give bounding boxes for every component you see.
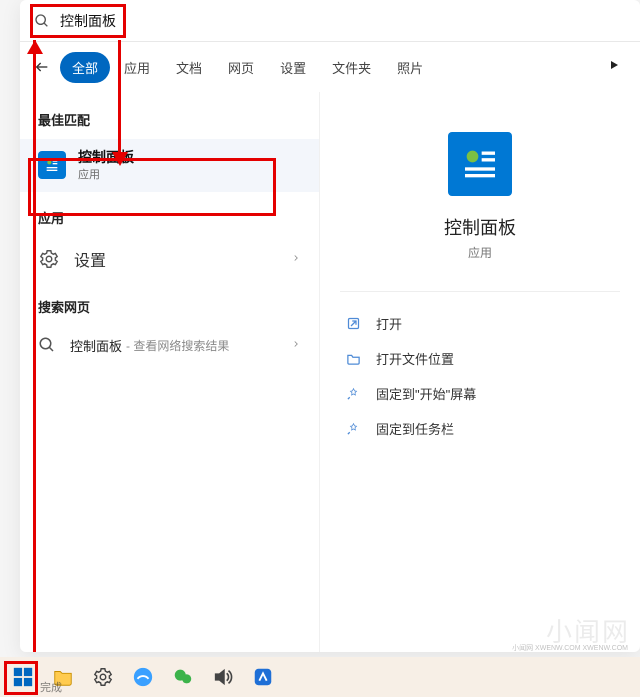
best-match-title: 控制面板 [78,149,134,166]
action-label: 打开文件位置 [376,349,454,368]
preview-title: 控制面板 [444,214,516,240]
search-input[interactable] [60,13,626,29]
chevron-right-icon [291,250,301,268]
browser-button[interactable] [128,662,158,692]
folder-icon [344,350,362,368]
search-panel: 全部 应用 文档 网页 设置 文件夹 照片 最佳匹配 控制面板 应用 应用 [20,0,640,652]
app-button[interactable] [248,662,278,692]
action-pin-start[interactable]: 固定到"开始"屏幕 [340,376,620,411]
best-match-item[interactable]: 控制面板 应用 [20,139,319,192]
tab-all[interactable]: 全部 [60,52,110,83]
pin-icon [344,420,362,438]
control-panel-icon [38,151,66,179]
tab-photos[interactable]: 照片 [385,52,435,83]
search-icon [34,13,50,29]
pin-icon [344,385,362,403]
action-open-location[interactable]: 打开文件位置 [340,341,620,376]
volume-button[interactable] [208,662,238,692]
tab-settings[interactable]: 设置 [268,52,318,83]
more-categories-button[interactable] [598,58,630,76]
action-label: 固定到任务栏 [376,419,454,438]
settings-button[interactable] [88,662,118,692]
results-list: 最佳匹配 控制面板 应用 应用 设置 搜索网页 [20,92,320,652]
tab-folders[interactable]: 文件夹 [320,52,383,83]
preview-actions: 打开 打开文件位置 固定到"开始"屏幕 固定到任务栏 [340,291,620,446]
search-bar [20,0,640,42]
preview-subtitle: 应用 [468,244,492,261]
action-label: 打开 [376,314,402,333]
tab-web[interactable]: 网页 [216,52,266,83]
chevron-right-icon [291,336,301,354]
action-open[interactable]: 打开 [340,306,620,341]
best-match-subtitle: 应用 [78,166,134,182]
settings-item[interactable]: 设置 [20,237,319,281]
gear-icon [38,248,60,270]
filter-tabs: 全部 应用 文档 网页 设置 文件夹 照片 [20,42,640,92]
web-item-subtitle: - 查看网络搜索结果 [126,337,229,354]
search-icon [38,336,56,354]
results-body: 最佳匹配 控制面板 应用 应用 设置 搜索网页 [20,92,640,652]
best-match-header: 最佳匹配 [20,106,319,139]
tab-apps[interactable]: 应用 [112,52,162,83]
tab-docs[interactable]: 文档 [164,52,214,83]
start-button[interactable] [8,662,38,692]
web-header: 搜索网页 [20,293,319,326]
preview-pane: 控制面板 应用 打开 打开文件位置 固定到"开始"屏幕 固定到任务栏 [320,92,640,652]
action-label: 固定到"开始"屏幕 [376,384,476,403]
web-item-title: 控制面板 [70,336,122,355]
back-button[interactable] [26,51,58,83]
wechat-button[interactable] [168,662,198,692]
open-icon [344,315,362,333]
status-done: 完成 [40,679,62,695]
settings-label: 设置 [74,247,106,271]
apps-header: 应用 [20,204,319,237]
control-panel-icon [448,132,512,196]
action-pin-taskbar[interactable]: 固定到任务栏 [340,411,620,446]
web-search-item[interactable]: 控制面板 - 查看网络搜索结果 [20,326,319,365]
taskbar [0,657,640,697]
